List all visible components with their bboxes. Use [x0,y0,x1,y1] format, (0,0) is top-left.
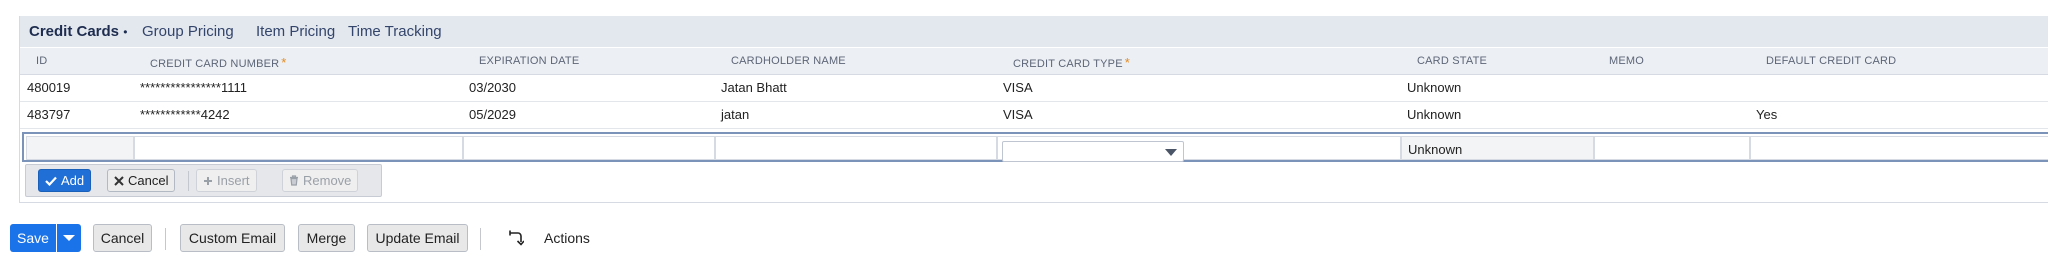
column-header-card-state[interactable]: CARD STATE [1417,55,1487,67]
check-icon [45,176,57,186]
column-header-memo[interactable]: MEMO [1609,55,1644,67]
cell-credit-card-number: ****************1111 [140,80,247,95]
cell-credit-card-type: VISA [1003,107,1033,122]
update-email-button[interactable]: Update Email [367,224,468,252]
credit-card-number-field[interactable] [134,136,463,160]
cell-card-state: Unknown [1407,80,1462,95]
actions-label: Actions [544,230,590,246]
chevron-down-icon [1165,149,1177,156]
chevron-down-icon [63,235,75,241]
cancel-button[interactable]: Cancel [93,224,152,252]
new-line-edit-row: Unknown [22,132,2048,162]
close-icon [114,175,124,186]
actions-menu[interactable]: Actions [506,226,590,250]
custom-email-button[interactable]: Custom Email [180,224,285,252]
save-button[interactable]: Save [10,224,56,252]
column-header-id[interactable]: ID [36,55,47,67]
column-header-credit-card-number[interactable]: CREDIT CARD NUMBER * [150,55,287,70]
card-state-field: Unknown [1401,136,1594,160]
credit-card-type-select[interactable] [1002,141,1184,162]
column-header-expiration-date[interactable]: EXPIRATION DATE [479,55,579,67]
line-action-bar: Add Cancel Insert Remove [25,164,382,197]
column-header-credit-card-type[interactable]: CREDIT CARD TYPE * [1013,55,1130,70]
cell-expiration-date: 05/2029 [469,107,516,122]
merge-button[interactable]: Merge [298,224,355,252]
memo-field[interactable] [1594,136,1750,160]
cardholder-name-field[interactable] [715,136,997,160]
column-header-default-credit-card[interactable]: DEFAULT CREDIT CARD [1766,55,1896,67]
table-row[interactable]: 480019 ****************1111 03/2030 Jata… [20,75,2048,102]
table-row[interactable]: 483797 ************4242 05/2029 jatan VI… [20,102,2048,129]
cell-id: 483797 [27,107,71,122]
id-field[interactable] [26,136,134,160]
cell-card-state: Unknown [1407,107,1462,122]
table-header: ID CREDIT CARD NUMBER * EXPIRATION DATE C… [20,48,2048,75]
cell-cardholder-name: jatan [721,107,750,122]
column-header-cardholder-name[interactable]: CARDHOLDER NAME [731,55,846,67]
save-options-dropdown[interactable] [57,224,81,252]
expiration-date-field[interactable] [463,136,715,160]
cell-cardholder-name: Jatan Bhatt [721,80,787,95]
cancel-line-button[interactable]: Cancel [107,169,176,192]
cell-credit-card-number: ************4242 [140,107,230,122]
required-marker: * [281,55,287,70]
add-line-button[interactable]: Add [38,169,92,192]
refresh-actions-icon [509,230,524,246]
cell-expiration-date: 03/2030 [469,80,516,95]
required-marker: * [1124,55,1131,70]
credit-card-type-cell [997,136,1401,162]
cell-default-credit-card: Yes [1756,107,1778,122]
cell-id: 480019 [27,80,71,95]
trash-icon [290,175,298,186]
remove-line-button[interactable]: Remove [282,169,359,192]
divider [188,171,189,191]
divider [165,228,166,250]
default-credit-card-field[interactable] [1750,136,2048,160]
divider [480,228,481,250]
insert-line-button[interactable]: Insert [196,169,257,192]
cell-credit-card-type: VISA [1003,80,1033,95]
plus-icon [204,176,212,185]
